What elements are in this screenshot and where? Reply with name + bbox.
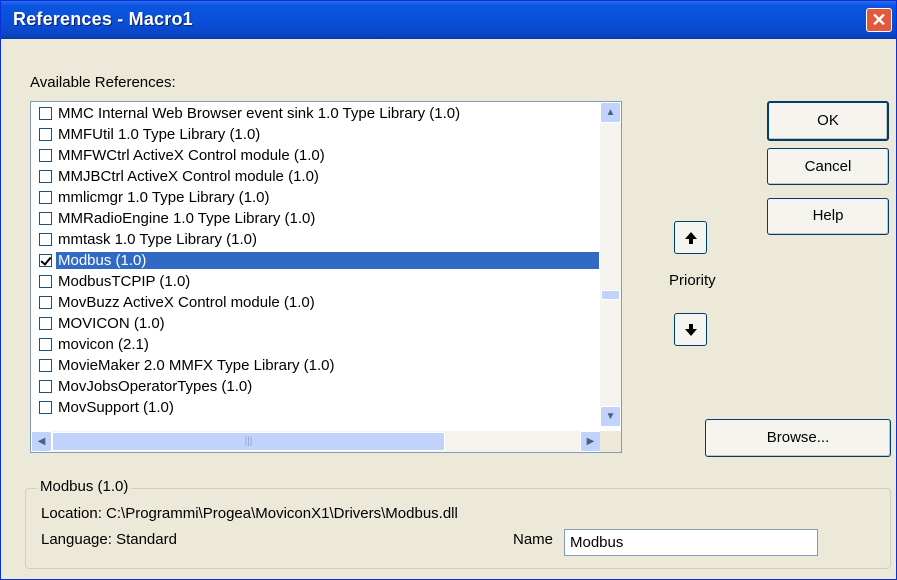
details-group-title: Modbus (1.0): [37, 478, 132, 495]
ok-button[interactable]: OK: [767, 101, 889, 141]
reference-item[interactable]: MMJBCtrl ActiveX Control module (1.0): [31, 166, 599, 187]
available-references-label: Available References:: [30, 74, 176, 91]
reference-item[interactable]: MMRadioEngine 1.0 Type Library (1.0): [31, 208, 599, 229]
reference-checkbox[interactable]: [39, 149, 52, 162]
reference-label: mmtask 1.0 Type Library (1.0): [58, 231, 257, 248]
vertical-scrollbar[interactable]: ▲ ▼: [600, 102, 621, 427]
language-text: Language: Standard: [41, 531, 177, 548]
reference-label: MMRadioEngine 1.0 Type Library (1.0): [58, 210, 316, 227]
reference-item[interactable]: MovSupport (1.0): [31, 397, 599, 418]
cancel-button[interactable]: Cancel: [767, 148, 889, 185]
reference-item[interactable]: MovBuzz ActiveX Control module (1.0): [31, 292, 599, 313]
reference-label: MovJobsOperatorTypes (1.0): [58, 378, 253, 395]
scroll-up-button[interactable]: ▲: [600, 102, 621, 123]
scrollbar-corner: [600, 431, 621, 452]
reference-item[interactable]: mmlicmgr 1.0 Type Library (1.0): [31, 187, 599, 208]
priority-down-button[interactable]: [674, 313, 707, 346]
reference-checkbox[interactable]: [39, 401, 52, 414]
reference-item[interactable]: MOVICON (1.0): [31, 313, 599, 334]
name-field[interactable]: Modbus: [564, 529, 818, 556]
reference-label: mmlicmgr 1.0 Type Library (1.0): [58, 189, 270, 206]
help-button[interactable]: Help: [767, 198, 889, 235]
reference-checkbox[interactable]: [39, 380, 52, 393]
close-button[interactable]: ✕: [866, 8, 892, 32]
reference-checkbox[interactable]: [39, 359, 52, 372]
scroll-left-button[interactable]: ◀: [31, 431, 52, 452]
horizontal-scroll-thumb[interactable]: |||: [52, 432, 445, 451]
reference-checkbox[interactable]: [39, 107, 52, 120]
references-list: MMC Internal Web Browser event sink 1.0 …: [31, 102, 601, 427]
reference-item[interactable]: movicon (2.1): [31, 334, 599, 355]
reference-checkbox[interactable]: [39, 317, 52, 330]
priority-label: Priority: [669, 272, 716, 289]
reference-label: MovSupport (1.0): [58, 399, 174, 416]
reference-label: MovieMaker 2.0 MMFX Type Library (1.0): [58, 357, 335, 374]
location-text: Location: C:\Programmi\Progea\MoviconX1\…: [41, 505, 458, 522]
reference-checkbox[interactable]: [39, 128, 52, 141]
reference-checkbox[interactable]: [39, 191, 52, 204]
reference-item[interactable]: mmtask 1.0 Type Library (1.0): [31, 229, 599, 250]
name-label: Name: [513, 531, 554, 548]
window-title: References - Macro1: [13, 9, 193, 29]
reference-label: MMFUtil 1.0 Type Library (1.0): [58, 126, 261, 143]
vertical-scroll-thumb[interactable]: [601, 290, 620, 300]
reference-checkbox[interactable]: [39, 233, 52, 246]
reference-label: MMJBCtrl ActiveX Control module (1.0): [58, 168, 319, 185]
reference-label: movicon (2.1): [58, 336, 149, 353]
reference-item[interactable]: MMFWCtrl ActiveX Control module (1.0): [31, 145, 599, 166]
reference-item[interactable]: Modbus (1.0): [31, 250, 599, 271]
reference-checkbox[interactable]: [39, 338, 52, 351]
references-listbox[interactable]: MMC Internal Web Browser event sink 1.0 …: [30, 101, 622, 453]
reference-label: MovBuzz ActiveX Control module (1.0): [58, 294, 315, 311]
reference-checkbox[interactable]: [39, 170, 52, 183]
title-bar[interactable]: References - Macro1 ✕: [1, 1, 896, 39]
reference-label: Modbus (1.0): [56, 252, 599, 269]
reference-label: MOVICON (1.0): [58, 315, 165, 332]
reference-checkbox[interactable]: [39, 254, 52, 267]
reference-checkbox[interactable]: [39, 296, 52, 309]
arrow-down-icon: [684, 323, 697, 336]
browse-button[interactable]: Browse...: [705, 419, 891, 457]
reference-item[interactable]: MovieMaker 2.0 MMFX Type Library (1.0): [31, 355, 599, 376]
reference-item[interactable]: ModbusTCPIP (1.0): [31, 271, 599, 292]
arrow-up-icon: [684, 231, 697, 244]
references-dialog: References - Macro1 ✕ Available Referenc…: [0, 0, 897, 580]
reference-checkbox[interactable]: [39, 212, 52, 225]
scroll-right-button[interactable]: ▶: [580, 431, 601, 452]
reference-label: ModbusTCPIP (1.0): [58, 273, 191, 290]
reference-label: MMFWCtrl ActiveX Control module (1.0): [58, 147, 325, 164]
reference-label: MMC Internal Web Browser event sink 1.0 …: [58, 105, 461, 122]
scroll-down-button[interactable]: ▼: [600, 406, 621, 427]
reference-item[interactable]: MMC Internal Web Browser event sink 1.0 …: [31, 103, 599, 124]
horizontal-scrollbar[interactable]: ◀ ||| ▶: [31, 431, 601, 452]
reference-item[interactable]: MMFUtil 1.0 Type Library (1.0): [31, 124, 599, 145]
priority-up-button[interactable]: [674, 221, 707, 254]
reference-checkbox[interactable]: [39, 275, 52, 288]
reference-item[interactable]: MovJobsOperatorTypes (1.0): [31, 376, 599, 397]
